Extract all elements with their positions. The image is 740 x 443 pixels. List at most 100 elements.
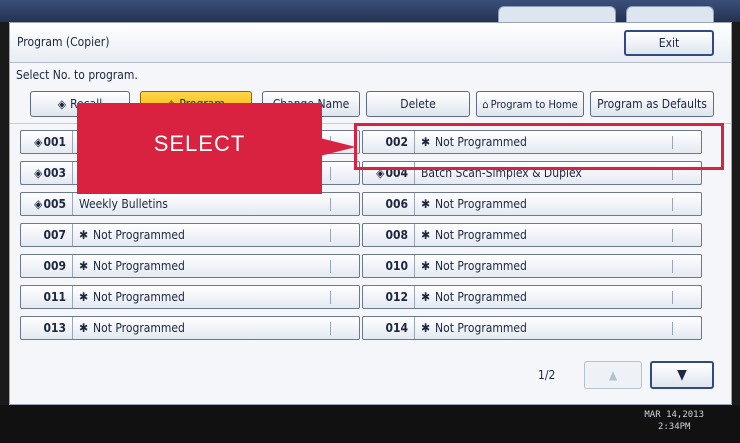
program-number: ◈ 001 xyxy=(21,131,73,153)
program-name: ✱ Not Programmed xyxy=(79,224,185,246)
program-number-text: 006 xyxy=(385,197,408,211)
program-number: 012 xyxy=(363,286,415,308)
exit-button[interactable]: Exit xyxy=(624,30,714,56)
program-number-text: 003 xyxy=(43,166,66,180)
diamond-arrow-icon: ◈ xyxy=(34,135,43,149)
program-slot-button[interactable]: 014 ✱ Not Programmed xyxy=(362,316,702,340)
instruction-text: Select No. to program. xyxy=(16,68,138,82)
asterisk-icon: ✱ xyxy=(79,321,89,335)
callout-arrow xyxy=(320,138,356,156)
status-bar xyxy=(0,405,740,443)
program-number: 009 xyxy=(21,255,73,277)
page-up-button[interactable]: ▲ xyxy=(584,361,642,389)
program-name-text: Weekly Bulletins xyxy=(79,197,168,211)
program-name: ✱ Not Programmed xyxy=(421,255,527,277)
program-slot-button[interactable]: ◈ 005 Weekly Bulletins xyxy=(20,192,360,216)
program-number: ◈ 005 xyxy=(21,193,73,215)
program-slot-button[interactable]: 012 ✱ Not Programmed xyxy=(362,285,702,309)
program-name-text: Not Programmed xyxy=(435,197,527,211)
program-number: 008 xyxy=(363,224,415,246)
program-name: ✱ Not Programmed xyxy=(79,255,185,277)
title-bar: Program (Copier) Exit xyxy=(10,23,731,63)
divider-tick xyxy=(330,260,331,273)
program-name-text: Not Programmed xyxy=(435,290,527,304)
asterisk-icon: ✱ xyxy=(421,228,431,242)
triangle-down-icon: ▼ xyxy=(677,367,687,383)
divider-tick xyxy=(330,167,331,180)
asterisk-icon: ✱ xyxy=(421,259,431,273)
program-name: ✱ Not Programmed xyxy=(421,286,527,308)
delete-button[interactable]: Delete xyxy=(366,91,470,117)
program-number-text: 010 xyxy=(385,259,408,273)
program-number-text: 008 xyxy=(385,228,408,242)
program-name: ✱ Not Programmed xyxy=(421,317,527,339)
program-to-home-button[interactable]: ⌂ Program to Home xyxy=(476,91,584,117)
divider-tick xyxy=(330,229,331,242)
date-time-display: MAR 14,2013 2:34PM xyxy=(644,409,704,433)
selection-highlight-box xyxy=(354,123,724,170)
program-slot-button[interactable]: 011 ✱ Not Programmed xyxy=(20,285,360,309)
program-slot-button[interactable]: 007 ✱ Not Programmed xyxy=(20,223,360,247)
home-icon: ⌂ xyxy=(482,97,489,111)
program-number-text: 005 xyxy=(43,197,66,211)
asterisk-icon: ✱ xyxy=(79,259,89,273)
program-slot-button[interactable]: 013 ✱ Not Programmed xyxy=(20,316,360,340)
program-number-text: 014 xyxy=(385,321,408,335)
callout-text: SELECT xyxy=(153,131,246,156)
divider-tick xyxy=(330,198,331,211)
program-slot-button[interactable]: 010 ✱ Not Programmed xyxy=(362,254,702,278)
program-name-text: Not Programmed xyxy=(435,228,527,242)
program-number-text: 007 xyxy=(43,228,66,242)
time-text: 2:34PM xyxy=(657,422,691,432)
program-as-defaults-button[interactable]: Program as Defaults xyxy=(590,91,714,117)
asterisk-icon: ✱ xyxy=(421,321,431,335)
divider-tick xyxy=(330,322,331,335)
window-title: Program (Copier) xyxy=(17,35,110,49)
asterisk-icon: ✱ xyxy=(421,290,431,304)
program-number: ◈ 003 xyxy=(21,162,73,184)
divider-tick xyxy=(672,322,673,335)
program-name-text: Not Programmed xyxy=(93,259,185,273)
asterisk-icon: ✱ xyxy=(79,228,89,242)
program-name-text: Not Programmed xyxy=(93,321,185,335)
program-name: Weekly Bulletins xyxy=(79,193,168,215)
program-name: ✱ Not Programmed xyxy=(79,286,185,308)
asterisk-icon: ✱ xyxy=(421,197,431,211)
program-number-text: 012 xyxy=(385,290,408,304)
top-strip xyxy=(0,0,740,26)
program-slot-button[interactable]: 009 ✱ Not Programmed xyxy=(20,254,360,278)
triangle-up-icon: ▲ xyxy=(608,368,618,382)
program-slot-button[interactable]: 006 ✱ Not Programmed xyxy=(362,192,702,216)
program-number-text: 001 xyxy=(43,135,66,149)
page-indicator: 1/2 xyxy=(538,368,556,382)
program-number: 006 xyxy=(363,193,415,215)
program-name-text: Not Programmed xyxy=(93,290,185,304)
program-number-text: 013 xyxy=(43,321,66,335)
program-name-text: Not Programmed xyxy=(435,259,527,273)
diamond-arrow-icon: ◈ xyxy=(34,166,43,180)
date-text: MAR 14,2013 xyxy=(644,410,704,420)
diamond-arrow-icon: ◈ xyxy=(34,197,43,211)
divider-tick xyxy=(672,229,673,242)
divider-tick xyxy=(672,291,673,304)
program-number: 007 xyxy=(21,224,73,246)
asterisk-icon: ✱ xyxy=(79,290,89,304)
program-name: ✱ Not Programmed xyxy=(421,224,527,246)
program-number: 014 xyxy=(363,317,415,339)
program-number: 013 xyxy=(21,317,73,339)
program-number-text: 009 xyxy=(43,259,66,273)
divider-tick xyxy=(672,198,673,211)
program-number: 011 xyxy=(21,286,73,308)
program-number-text: 011 xyxy=(43,290,66,304)
diamond-arrow-icon: ◈ xyxy=(57,97,67,111)
program-panel: Program (Copier) Exit Select No. to prog… xyxy=(9,22,732,405)
page-down-button[interactable]: ▼ xyxy=(650,361,714,389)
program-slot-button[interactable]: 008 ✱ Not Programmed xyxy=(362,223,702,247)
program-number: 010 xyxy=(363,255,415,277)
program-name-text: Not Programmed xyxy=(435,321,527,335)
program-to-home-label: Program to Home xyxy=(490,97,578,111)
program-name: ✱ Not Programmed xyxy=(79,317,185,339)
divider-tick xyxy=(672,260,673,273)
program-name: ✱ Not Programmed xyxy=(421,193,527,215)
divider-tick xyxy=(330,291,331,304)
